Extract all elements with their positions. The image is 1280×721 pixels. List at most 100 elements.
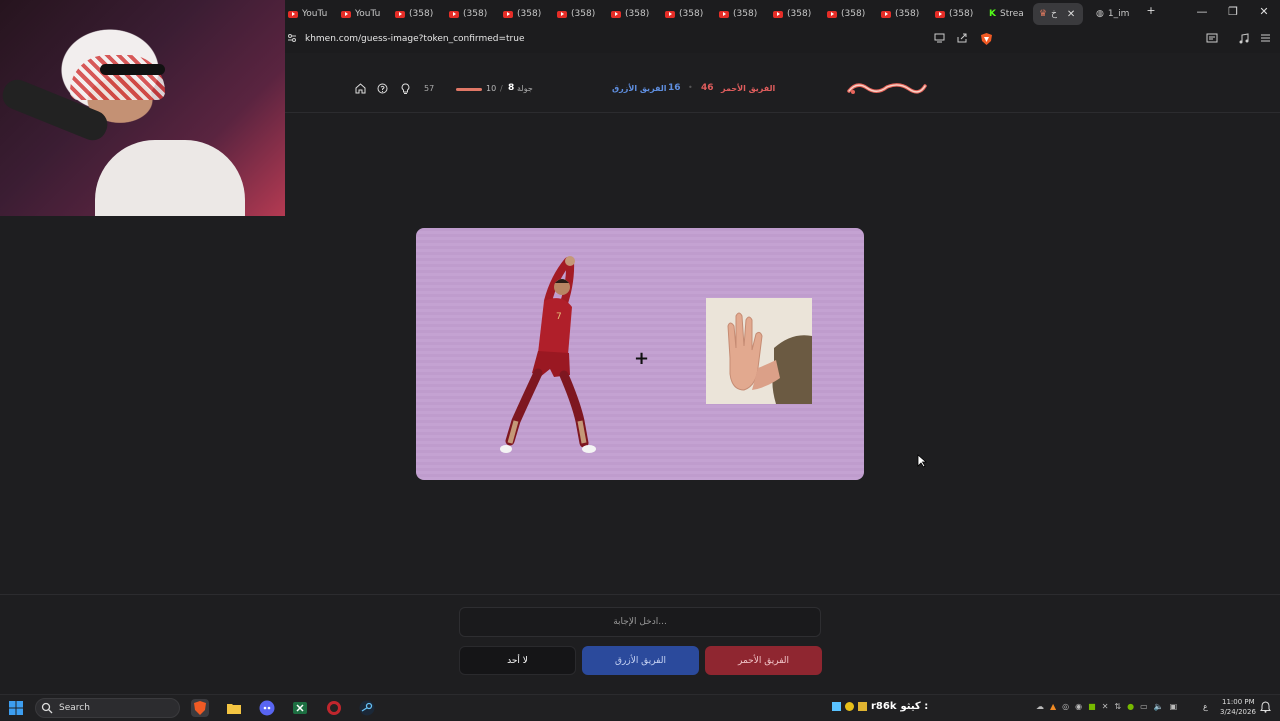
brave-shield-icon[interactable]	[980, 32, 993, 49]
taskbar-explorer-icon[interactable]	[225, 699, 243, 717]
restore-button[interactable]: ❐	[1225, 5, 1241, 18]
hint-bulb-icon[interactable]	[401, 83, 410, 98]
taskbar-steam-icon[interactable]	[358, 699, 376, 717]
browser-tab[interactable]: (358)	[767, 3, 817, 25]
share-icon[interactable]	[957, 33, 968, 46]
browser-tab[interactable]: (358)	[929, 3, 979, 25]
youtube-icon	[665, 10, 675, 18]
home-icon[interactable]	[355, 83, 366, 97]
answer-input[interactable]	[459, 607, 821, 637]
browser-tab[interactable]: ♛ خ ✕	[1033, 3, 1083, 25]
system-tray: ☁ ▲ ◎ ◉ ■ ✕ ⇅ ● ▭ 🔈 ▣	[1036, 702, 1177, 711]
youtube-icon	[773, 10, 783, 18]
browser-tab-label: YouTu	[302, 9, 328, 19]
input-language[interactable]: ع	[1203, 702, 1208, 711]
notification-bell-icon[interactable]	[1260, 701, 1271, 716]
volume-icon[interactable]: 🔈	[1154, 702, 1164, 711]
cast-icon[interactable]	[934, 33, 945, 46]
hand-stop-image	[706, 298, 812, 404]
round-number: 8	[508, 83, 515, 93]
browser-tab[interactable]: YouTu	[282, 3, 332, 25]
browser-tab[interactable]: (358)	[659, 3, 709, 25]
search-label: Search	[59, 703, 90, 713]
svg-text:7: 7	[556, 312, 562, 322]
browser-tab[interactable]: (358)	[821, 3, 871, 25]
browser-tab-label: (358)	[787, 9, 812, 19]
kick-icon: K	[989, 9, 996, 19]
round-timer: 57	[424, 84, 435, 93]
blue-team-button[interactable]: الفريق الأزرق	[582, 646, 699, 675]
browser-tab[interactable]: (358)	[713, 3, 763, 25]
no-one-button[interactable]: لا أحد	[459, 646, 576, 675]
round-separator: /	[500, 84, 503, 93]
browser-tab[interactable]: YouTu	[335, 3, 385, 25]
address-bar: khmen.com/guess-image?token_confirmed=tr…	[285, 27, 1280, 53]
youtube-icon	[395, 10, 405, 18]
new-tab-button[interactable]: +	[1143, 4, 1159, 17]
windows-start-icon[interactable]	[9, 701, 23, 715]
youtube-icon	[557, 10, 567, 18]
red-team-label: الفريق الأحمر	[721, 84, 776, 93]
steam-tray-icon[interactable]: ◉	[1075, 702, 1082, 711]
taskbar-obs-icon[interactable]	[325, 699, 343, 717]
round-total: 10	[486, 84, 497, 93]
soccer-player-image: 7	[500, 256, 596, 453]
browser-tab-label: Strea	[999, 9, 1024, 19]
browser-tab[interactable]: (358)	[605, 3, 655, 25]
browser-tab[interactable]: (358)	[497, 3, 547, 25]
youtube-icon	[611, 10, 621, 18]
browser-tab[interactable]: (358)	[875, 3, 925, 25]
shemagh-headwear	[70, 55, 165, 100]
chrome-icon[interactable]: ◎	[1062, 702, 1069, 711]
browser-tab[interactable]: K Strea	[983, 3, 1028, 25]
cloud-icon[interactable]: ☁	[1036, 702, 1044, 711]
browser-tab-label: (358)	[895, 9, 920, 19]
help-icon[interactable]	[377, 83, 388, 97]
youtube-icon	[503, 10, 513, 18]
taskbar-excel-icon[interactable]	[291, 699, 309, 717]
nvidia-icon[interactable]: ■	[1088, 702, 1096, 711]
menu-icon[interactable]	[1260, 33, 1271, 46]
taskbar-discord-icon[interactable]	[258, 699, 276, 717]
browser-tab-label: 1_im	[1107, 9, 1130, 19]
browser-tab[interactable]: (358)	[443, 3, 493, 25]
site-logo[interactable]	[847, 79, 927, 95]
browser-tab-label: (358)	[949, 9, 974, 19]
close-window-button[interactable]: ✕	[1256, 5, 1272, 18]
close-tab-icon[interactable]: ✕	[1067, 9, 1075, 20]
red-team-button[interactable]: الفريق الأحمر	[705, 646, 822, 675]
media-controls-icon[interactable]	[1238, 33, 1250, 47]
mouse-cursor	[917, 454, 927, 468]
browser-tab-label: (358)	[841, 9, 866, 19]
answer-panel: لا أحد الفريق الأزرق الفريق الأحمر	[0, 594, 1280, 694]
vlc-icon[interactable]: ▲	[1050, 702, 1056, 711]
browser-tab-label: (358)	[625, 9, 650, 19]
search-icon	[41, 702, 53, 714]
puzzle-image-card: 7 +	[416, 228, 864, 480]
browser-tab[interactable]: (358)	[389, 3, 439, 25]
blue-team-score: 16	[668, 83, 681, 93]
stream-name: كيثو :	[900, 701, 929, 712]
clock-date[interactable]: 3/24/2026	[1220, 708, 1256, 716]
browser-tab-label: (358)	[463, 9, 488, 19]
site-settings-icon[interactable]	[287, 33, 297, 46]
taskbar-brave-icon[interactable]	[191, 699, 209, 717]
browser-tab[interactable]: (358)	[551, 3, 601, 25]
browser-tab[interactable]: ◍ 1_im	[1090, 3, 1135, 25]
display-icon[interactable]: ▣	[1170, 702, 1178, 711]
youtube-icon	[449, 10, 459, 18]
taskbar-search[interactable]: Search	[35, 698, 180, 718]
clock-time[interactable]: 11:00 PM	[1222, 698, 1255, 706]
round-progress-bar	[456, 88, 482, 91]
xbox-icon[interactable]: ✕	[1102, 702, 1109, 711]
minimize-button[interactable]: —	[1194, 5, 1210, 18]
reader-mode-icon[interactable]	[1206, 33, 1218, 46]
network-icon[interactable]: ⇅	[1114, 702, 1121, 711]
url-text[interactable]: khmen.com/guess-image?token_confirmed=tr…	[305, 34, 525, 44]
youtube-icon	[341, 10, 351, 18]
hardware-icon[interactable]: ▭	[1140, 702, 1148, 711]
youtube-icon	[719, 10, 729, 18]
crown-icon	[858, 702, 867, 711]
browser-tab-label: (358)	[733, 9, 758, 19]
shield-tray-icon[interactable]: ●	[1127, 702, 1134, 711]
